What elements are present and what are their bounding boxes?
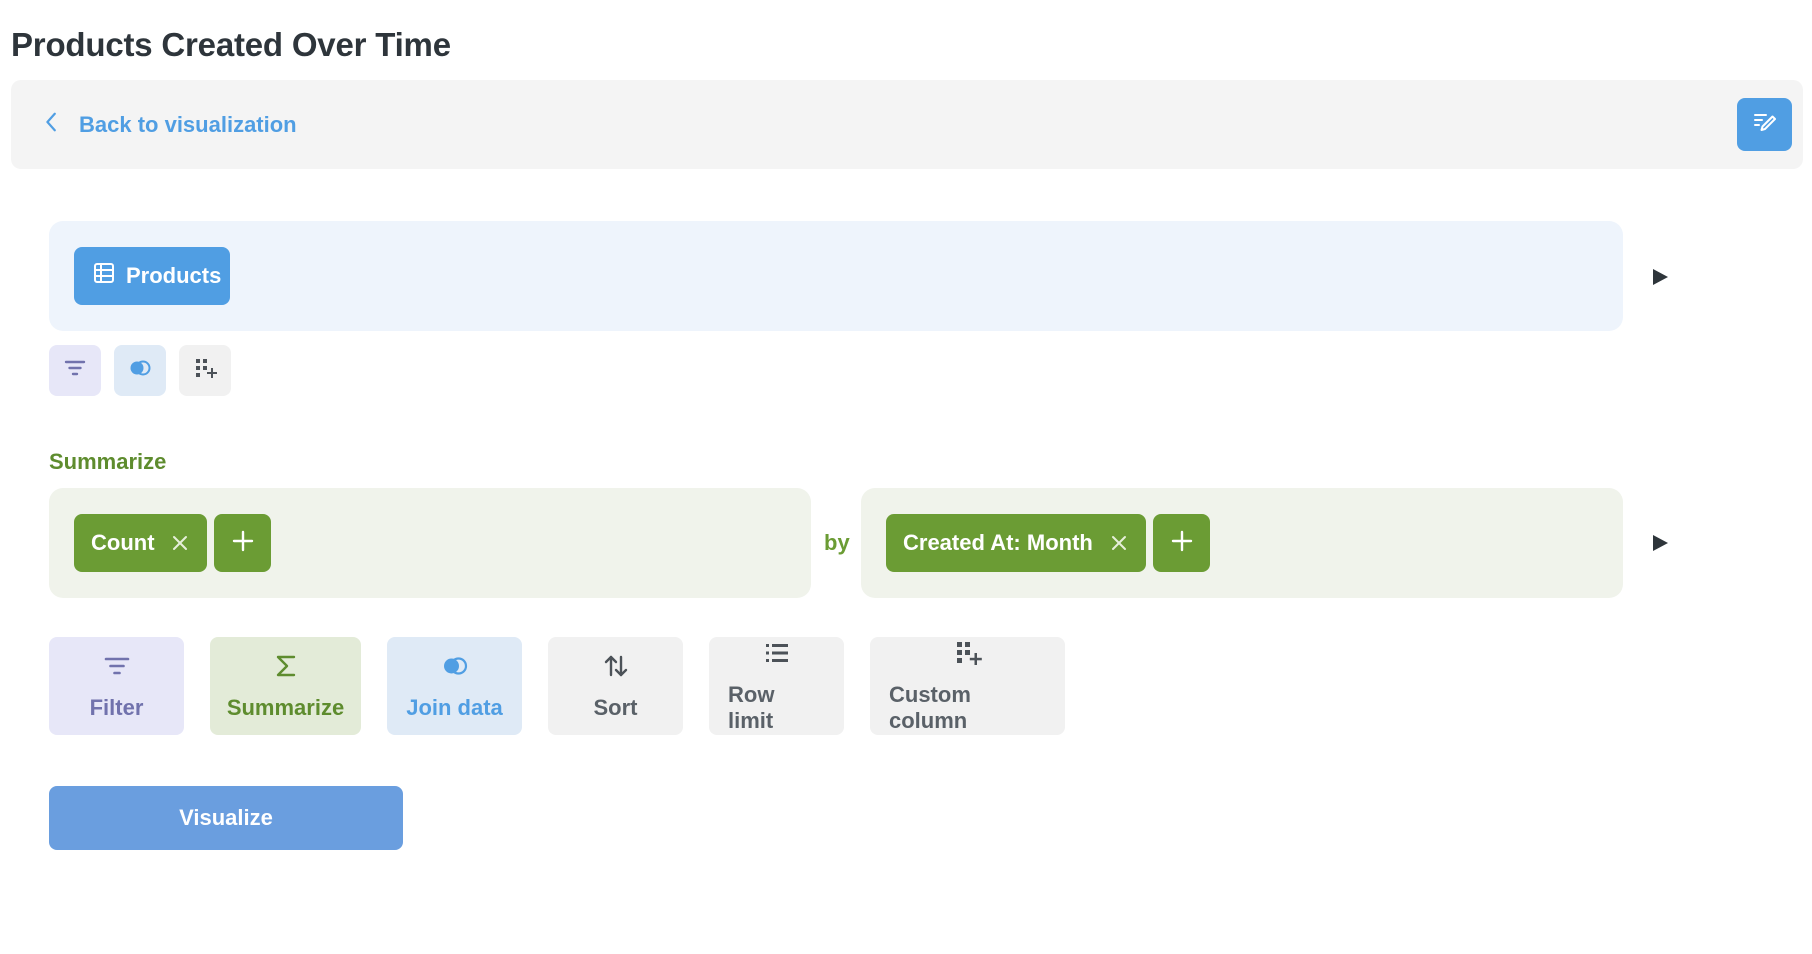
add-breakout-button[interactable] — [1153, 514, 1210, 572]
sort-arrows-icon — [602, 652, 630, 686]
sigma-icon — [272, 652, 300, 686]
summarize-action-button[interactable]: Summarize — [210, 637, 361, 735]
plus-icon — [1171, 530, 1193, 557]
custom-column-action-button[interactable]: Custom column — [870, 637, 1065, 735]
custom-column-icon — [954, 639, 982, 673]
filter-icon — [63, 356, 87, 385]
top-bar: Back to visualization — [11, 80, 1803, 169]
plus-icon — [232, 530, 254, 557]
summarize-section-label: Summarize — [49, 449, 167, 474]
data-step: Products — [49, 221, 1623, 331]
row-limit-action-label: Row limit — [728, 681, 775, 733]
step-actions: Filter Summarize Join data Sort Row limi… — [49, 637, 1065, 735]
notebook-edit-icon — [1751, 108, 1779, 141]
data-source-label: Products — [126, 263, 222, 288]
join-icon — [128, 356, 152, 385]
custom-column-icon — [193, 356, 217, 385]
data-source-pill[interactable]: Products — [74, 247, 230, 305]
filter-icon — [103, 652, 131, 686]
table-icon — [92, 261, 116, 291]
remove-metric-close-icon[interactable] — [171, 534, 189, 552]
back-to-visualization-link[interactable]: Back to visualization — [41, 80, 297, 169]
by-label: by — [824, 530, 850, 555]
summarize-metrics-box[interactable]: Count — [49, 488, 811, 598]
page-title: Products Created Over Time — [11, 26, 451, 63]
preview-data-play-icon[interactable] — [1651, 268, 1669, 286]
filter-action-label: Filter — [89, 694, 144, 720]
data-step-mini-actions — [49, 345, 231, 396]
mini-filter-button[interactable] — [49, 345, 101, 396]
remove-breakout-close-icon[interactable] — [1110, 534, 1128, 552]
preview-summarize-play-icon[interactable] — [1651, 534, 1669, 552]
back-to-visualization-label: Back to visualization — [79, 111, 297, 137]
sort-action-button[interactable]: Sort — [548, 637, 683, 735]
visualize-button[interactable]: Visualize — [49, 786, 403, 850]
metric-pill-count[interactable]: Count — [74, 514, 207, 572]
custom-column-action-label: Custom column — [889, 681, 971, 733]
row-limit-action-button[interactable]: Row limit — [709, 637, 844, 735]
mini-join-button[interactable] — [114, 345, 166, 396]
add-metric-button[interactable] — [214, 514, 271, 572]
breakout-pill-label: Created At: Month — [903, 530, 1093, 555]
join-data-action-label: Join data — [406, 694, 503, 720]
mini-custom-column-button[interactable] — [179, 345, 231, 396]
breakout-pill-created-at[interactable]: Created At: Month — [886, 514, 1146, 572]
filter-action-button[interactable]: Filter — [49, 637, 184, 735]
list-icon — [763, 639, 791, 673]
summarize-action-label: Summarize — [226, 694, 345, 720]
join-data-action-button[interactable]: Join data — [387, 637, 522, 735]
sort-action-label: Sort — [593, 694, 638, 720]
summarize-breakout-box[interactable]: Created At: Month — [861, 488, 1623, 598]
metric-pill-label: Count — [91, 530, 155, 555]
notebook-editor-button[interactable] — [1737, 98, 1792, 151]
chevron-left-icon — [41, 111, 63, 139]
join-icon — [441, 652, 469, 686]
